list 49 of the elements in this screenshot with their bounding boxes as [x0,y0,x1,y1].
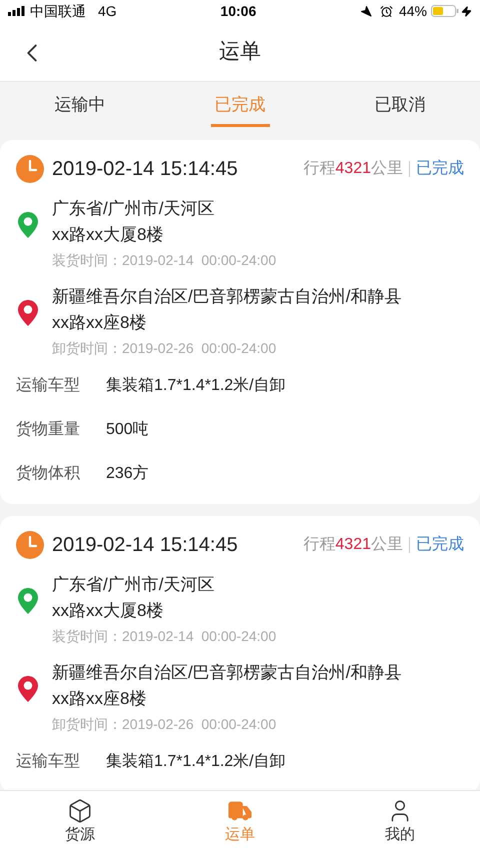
address-line: xx路xx大厦8楼 [52,600,164,622]
field-value: 集装箱1.7*1.4*1.2米/自卸 [106,752,286,772]
address-line: 新疆维吾尔自治区/巴音郭楞蒙古自治州/和静县 [52,286,402,308]
nav-tab[interactable]: 我的 [320,791,480,854]
field-label: 货物重量 [16,420,81,440]
address-line: xx路xx大厦8楼 [52,224,164,246]
order-card[interactable]: 2019-02-14 15:14:45 行程4321公里 已完成 广东省/广州市/天河区 xx路xx大厦8楼 装货时间：2019-02-14 00:00-24:00 新疆维吾尔自治区/巴音郭楞蒙古自治州/和静县 xx路xx座8楼 卸货时间：2019-02-26 00:00-24:00 运输车型 集装箱1.7*1.4*1.2米/自卸 货物重量 500吨 货物体积 236方 [0,140,480,504]
address-line: xx路xx座8楼 [52,312,148,334]
field-value: 集装箱1.7*1.4*1.2米/自卸 [106,376,286,396]
distance-text: 行程4321公里 [303,159,403,179]
battery-icon [431,5,459,17]
field-value: 236方 [106,464,149,484]
charging-icon [461,6,472,16]
location-pin-icon [18,588,38,614]
order-card[interactable]: 2019-02-14 15:14:45 行程4321公里 已完成 广东省/广州市/天河区 xx路xx大厦8楼 装货时间：2019-02-14 00:00-24:00 新疆维吾尔自治区/巴音郭楞蒙古自治州/和静县 xx路xx座8楼 卸货时间：2019-02-26 00:00-24:00 运输车型 集装箱1.7*1.4*1.2米/自卸 [0,516,480,790]
order-status: 已完成 [416,158,464,179]
location-pin-icon [18,300,38,326]
location-pin-icon [18,676,38,702]
order-datetime: 2019-02-14 15:14:45 [52,533,238,558]
field-value: 500吨 [106,420,149,440]
time-window: 装货时间：2019-02-14 00:00-24:00 [52,624,276,648]
field-label: 货物体积 [16,464,81,484]
location-pin-icon [18,212,38,238]
address-line: 广东省/广州市/天河区 [52,574,216,596]
status-time: 10:06 [220,2,256,20]
address-line: 广东省/广州市/天河区 [52,198,216,220]
field-label: 运输车型 [16,752,81,772]
box-icon [67,798,93,824]
page-title: 运单 [219,38,261,65]
order-status: 已完成 [416,534,464,555]
carrier-name: 中国联通 [30,2,86,20]
signal-icon [8,6,26,16]
time-window: 卸货时间：2019-02-26 00:00-24:00 [52,712,402,736]
clock-icon [16,155,44,183]
order-datetime: 2019-02-14 15:14:45 [52,157,238,182]
battery-percent: 44% [398,2,427,20]
clock-icon [16,531,44,559]
distance-text: 行程4321公里 [303,535,403,555]
time-window: 装货时间：2019-02-14 00:00-24:00 [52,248,276,272]
nav-tab[interactable]: 货源 [0,791,160,854]
address-line: 新疆维吾尔自治区/巴音郭楞蒙古自治州/和静县 [52,662,402,684]
network-type: 4G [98,2,117,20]
status-tab[interactable]: 已取消 [370,85,430,127]
address-line: xx路xx座8楼 [52,688,148,710]
time-window: 卸货时间：2019-02-26 00:00-24:00 [52,336,402,360]
alarm-icon [380,4,393,18]
location-icon [360,5,372,17]
field-label: 运输车型 [16,376,81,396]
status-tab[interactable]: 运输中 [50,85,110,127]
